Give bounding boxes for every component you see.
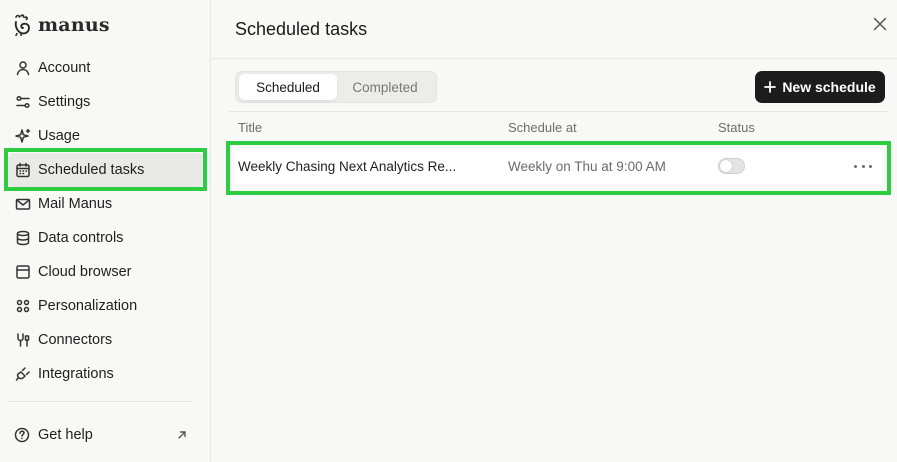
sidebar-item-label: Integrations	[38, 366, 114, 382]
brand-name: manus	[38, 14, 110, 36]
tab-scheduled[interactable]: Scheduled	[239, 74, 337, 100]
logo[interactable]: manus	[12, 12, 110, 38]
more-options-button[interactable]	[854, 159, 872, 173]
sidebar-item-label: Settings	[38, 94, 91, 110]
column-header-title: Title	[238, 120, 263, 135]
sidebar-item-label: Data controls	[38, 230, 124, 246]
new-schedule-label: New schedule	[782, 79, 876, 95]
browser-icon	[14, 263, 32, 281]
sidebar-item-personalization[interactable]: Personalization	[8, 289, 204, 323]
sidebar-item-usage[interactable]: Usage	[8, 119, 204, 153]
close-button[interactable]	[871, 15, 889, 33]
close-icon	[873, 17, 887, 31]
page-header: Scheduled tasks	[212, 0, 897, 59]
tab-completed[interactable]: Completed	[337, 74, 433, 100]
table-header: Title Schedule at Status	[229, 111, 889, 143]
plus-icon	[764, 81, 777, 93]
dot	[861, 164, 865, 168]
status-toggle[interactable]	[718, 158, 745, 174]
toggle-knob	[720, 160, 732, 172]
sidebar-item-data-controls[interactable]: Data controls	[8, 221, 204, 255]
mail-icon	[14, 195, 32, 213]
sidebar-item-label: Account	[38, 60, 91, 76]
database-icon	[14, 229, 32, 247]
main-panel: Scheduled tasks Scheduled Completed New …	[212, 0, 897, 462]
dot	[854, 164, 857, 168]
get-help-label: Get help	[38, 427, 93, 443]
sidebar-item-label: Connectors	[38, 332, 113, 348]
new-schedule-button[interactable]: New schedule	[755, 71, 885, 103]
sidebar-item-label: Usage	[38, 128, 80, 144]
table-row[interactable]: Weekly Chasing Next Analytics Re... Week…	[234, 149, 882, 184]
calendar-icon	[14, 161, 32, 179]
column-header-status: Status	[718, 120, 755, 135]
grid-icon	[14, 297, 32, 315]
sidebar-item-integrations[interactable]: Integrations	[8, 357, 204, 391]
tab-switcher: Scheduled Completed	[235, 71, 437, 103]
task-title: Weekly Chasing Next Analytics Re...	[238, 159, 457, 174]
sidebar-item-label: Cloud browser	[38, 264, 132, 280]
dot	[869, 164, 872, 168]
sidebar-item-scheduled-tasks[interactable]: Scheduled tasks	[8, 153, 204, 187]
task-schedule: Weekly on Thu at 9:00 AM	[508, 159, 666, 174]
sidebar: manus Account Settings Usage Scheduled t…	[0, 0, 211, 462]
sparkle-icon	[14, 127, 32, 145]
column-header-schedule: Schedule at	[508, 120, 577, 135]
sidebar-item-label: Mail Manus	[38, 196, 113, 212]
sidebar-nav: Account Settings Usage Scheduled tasks M…	[8, 51, 204, 391]
sidebar-item-settings[interactable]: Settings	[8, 85, 204, 119]
sidebar-divider	[8, 401, 192, 402]
sidebar-item-label: Personalization	[38, 298, 138, 314]
help-circle-icon	[14, 426, 32, 444]
manus-logo-icon	[14, 14, 30, 36]
connector-icon	[14, 331, 32, 349]
sidebar-item-cloud-browser[interactable]: Cloud browser	[8, 255, 204, 289]
page-title: Scheduled tasks	[235, 18, 368, 39]
sliders-icon	[14, 93, 32, 111]
sidebar-item-mail-manus[interactable]: Mail Manus	[8, 187, 204, 221]
sidebar-item-label: Scheduled tasks	[38, 162, 145, 178]
sidebar-item-connectors[interactable]: Connectors	[8, 323, 204, 357]
plug-icon	[14, 365, 32, 383]
sidebar-item-account[interactable]: Account	[8, 51, 204, 85]
user-icon	[14, 59, 32, 77]
external-link-icon	[176, 429, 188, 441]
get-help-link[interactable]: Get help	[8, 418, 192, 452]
